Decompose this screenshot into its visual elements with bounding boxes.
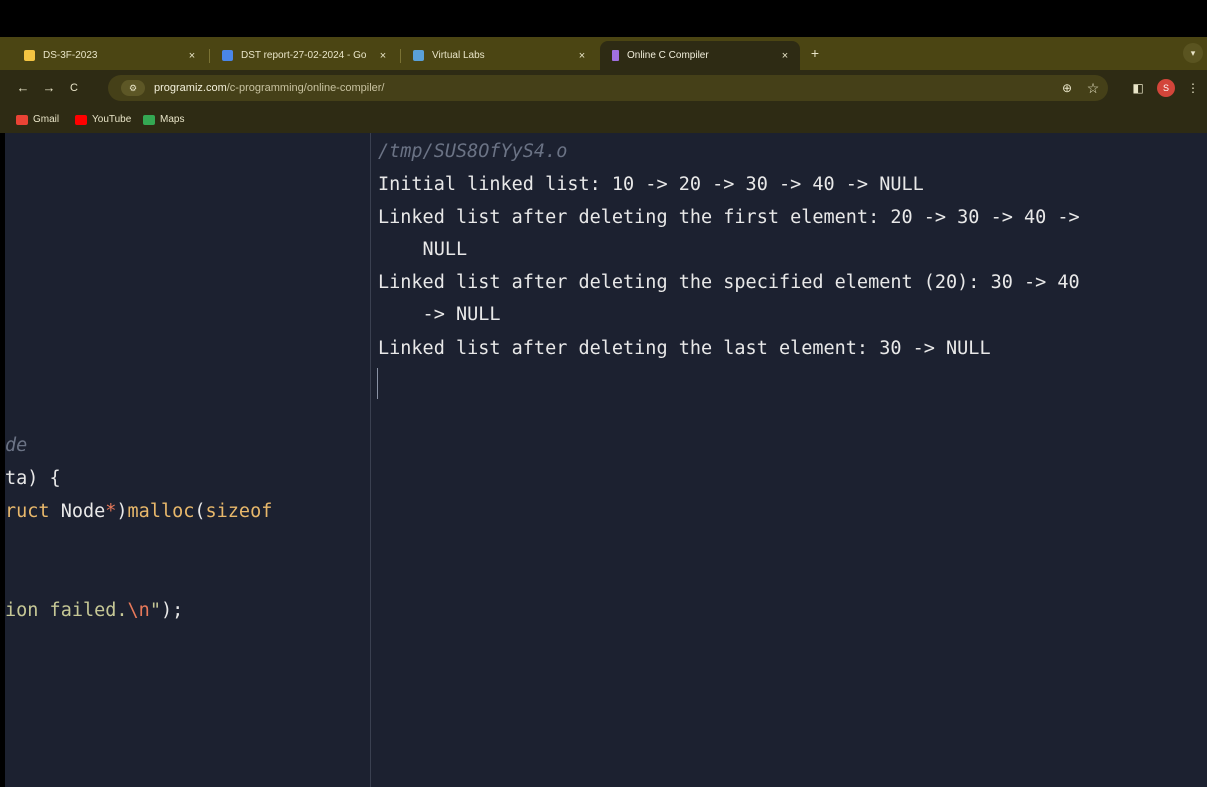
side-panel-icon[interactable]: ◧: [1129, 79, 1147, 97]
site-info-icon[interactable]: ⚙: [121, 80, 145, 96]
code-escape: \n: [127, 600, 150, 621]
code-line: ion failed.\n");: [5, 600, 183, 621]
new-tab-button[interactable]: +: [805, 43, 825, 63]
youtube-icon: [75, 114, 87, 125]
tab-search-chevron-icon[interactable]: ▾: [1183, 43, 1203, 63]
code-editor[interactable]: de ta) { ruct Node*)malloc(sizeof ion fa…: [5, 133, 370, 787]
bookmark-label: YouTube: [92, 114, 132, 125]
tab-title: DS-3F-2023: [43, 50, 98, 61]
code-text: ta) {: [5, 468, 61, 489]
text-cursor: [377, 368, 378, 399]
code-punct: (: [194, 501, 206, 522]
code-line: ruct Node*)malloc(sizeof: [5, 501, 272, 522]
output-line: Linked list after deleting the first ele…: [378, 207, 1080, 228]
code-line: de: [5, 435, 27, 456]
code-line: ta) {: [5, 468, 61, 489]
tab-title: Virtual Labs: [432, 50, 485, 61]
code-type: Node: [49, 501, 106, 522]
window-title-bar: [0, 0, 1207, 37]
bookmark-maps[interactable]: Maps: [143, 112, 184, 127]
bookmark-label: Maps: [160, 114, 185, 125]
slides-favicon-icon: [24, 50, 35, 61]
tab-virtual-labs[interactable]: Virtual Labs ×: [401, 41, 597, 70]
zoom-icon[interactable]: ⊕: [1058, 79, 1076, 97]
tab-dst-report[interactable]: DST report-27-02-2024 - Go ×: [210, 41, 398, 70]
close-tab-icon[interactable]: ×: [183, 50, 201, 62]
tab-title: DST report-27-02-2024 - Go: [241, 50, 367, 61]
code-string: ion failed.: [5, 600, 128, 621]
url-host: programiz.com: [154, 82, 227, 94]
code-function: malloc: [127, 501, 195, 522]
bookmark-label: Gmail: [33, 114, 60, 125]
code-punct: );: [160, 600, 184, 621]
bookmark-star-icon[interactable]: ☆: [1084, 79, 1102, 97]
maps-icon: [143, 114, 155, 125]
code-keyword: ruct: [5, 501, 50, 522]
bookmarks-bar: Gmail YouTube Maps: [0, 106, 1207, 133]
code-operator: *: [105, 501, 117, 522]
tab-strip: DS-3F-2023 × DST report-27-02-2024 - Go …: [0, 37, 1207, 70]
bookmark-gmail[interactable]: Gmail: [16, 112, 59, 127]
output-line: -> NULL: [378, 304, 501, 325]
output-path: /tmp/SUS8OfYyS4.o: [378, 141, 568, 162]
tab-online-c-compiler[interactable]: Online C Compiler ×: [600, 41, 800, 70]
code-punct: ): [116, 501, 128, 522]
tab-title: Online C Compiler: [627, 50, 709, 61]
output-line: Initial linked list: 10 -> 20 -> 30 -> 4…: [378, 174, 924, 195]
profile-avatar[interactable]: S: [1157, 79, 1175, 97]
bookmark-youtube[interactable]: YouTube: [75, 112, 131, 127]
url-path: /c-programming/online-compiler/: [226, 82, 385, 94]
menu-kebab-icon[interactable]: ⋮: [1184, 79, 1202, 97]
code-keyword: sizeof: [205, 501, 273, 522]
output-line: NULL: [378, 239, 468, 260]
close-tab-icon[interactable]: ×: [573, 50, 591, 62]
output-console[interactable]: /tmp/SUS8OfYyS4.o Initial linked list: 1…: [371, 133, 1207, 787]
code-comment: de: [5, 435, 28, 456]
forward-arrow-icon[interactable]: →: [40, 79, 58, 97]
close-tab-icon[interactable]: ×: [374, 50, 392, 62]
url-text[interactable]: programiz.com/c-programming/online-compi…: [154, 79, 384, 97]
docs-favicon-icon: [222, 50, 233, 61]
virtual-labs-favicon-icon: [413, 50, 424, 61]
output-line: Linked list after deleting the last elem…: [378, 338, 991, 359]
output-line: Linked list after deleting the specified…: [378, 272, 1080, 293]
reload-icon[interactable]: C: [65, 79, 83, 97]
close-tab-icon[interactable]: ×: [776, 50, 794, 62]
code-string: ": [149, 600, 161, 621]
back-arrow-icon[interactable]: ←: [14, 79, 32, 97]
tab-ds-3f-2023[interactable]: DS-3F-2023 ×: [12, 41, 207, 70]
programiz-favicon-icon: [612, 50, 619, 61]
gmail-icon: [16, 114, 28, 125]
